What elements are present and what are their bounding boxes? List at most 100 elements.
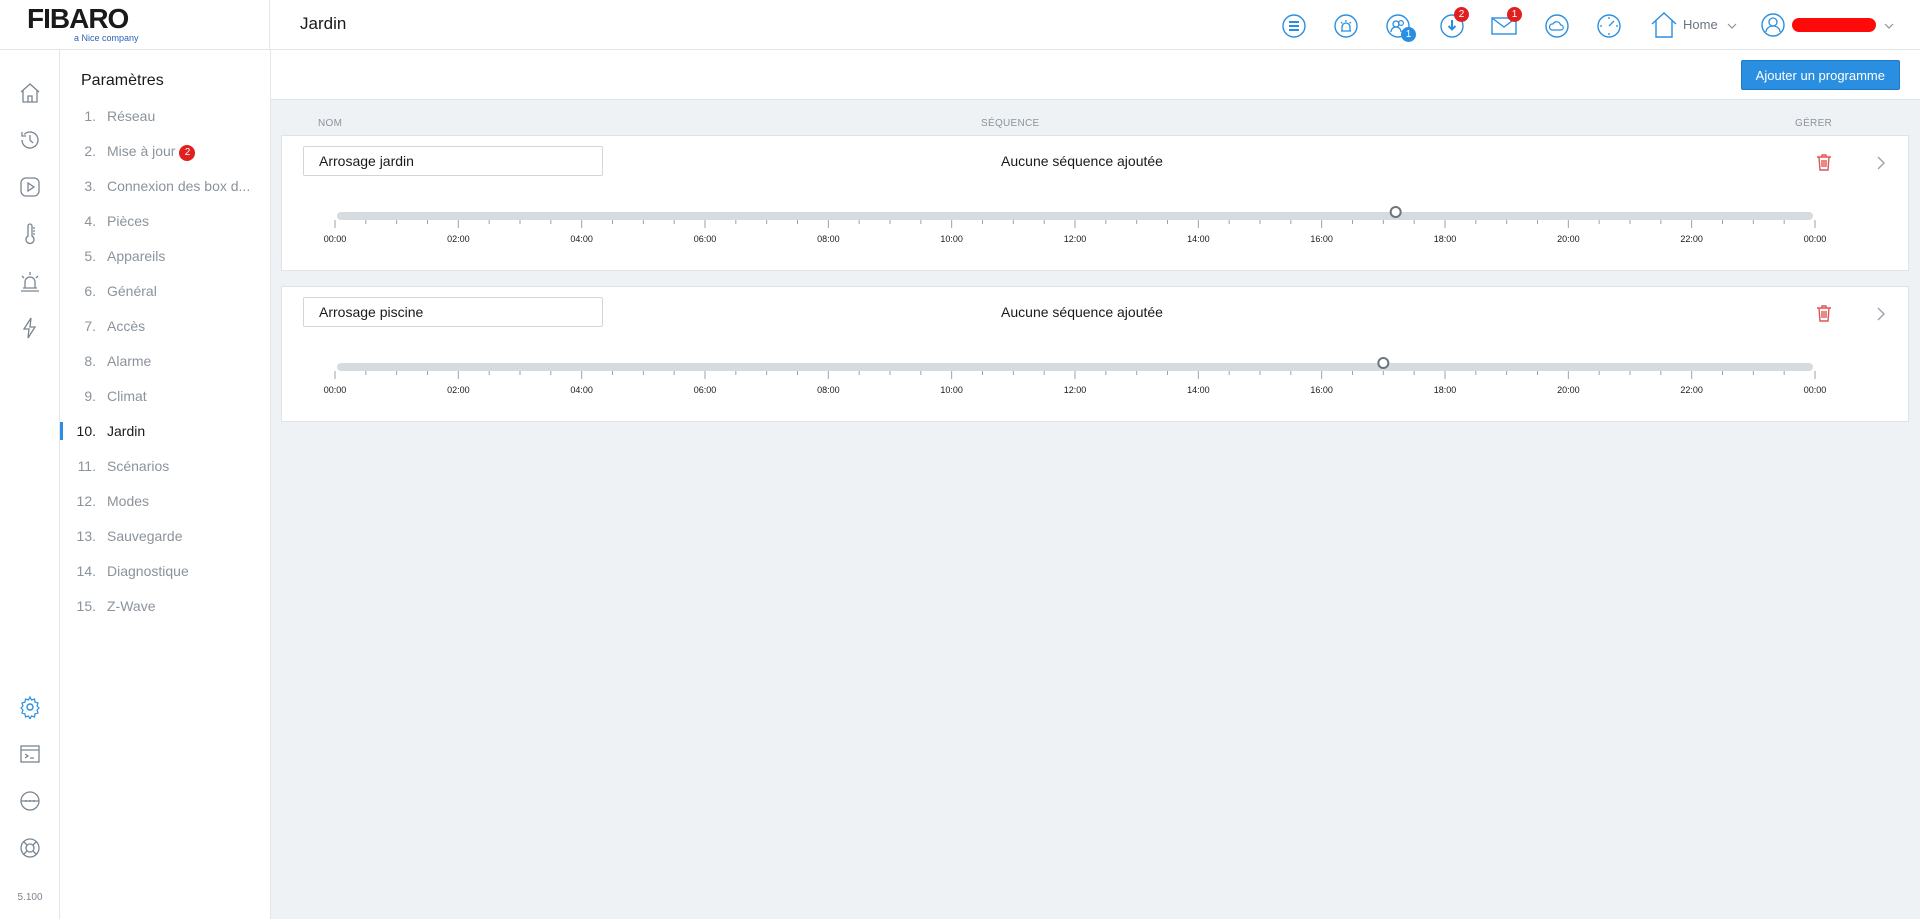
play-icon[interactable] <box>18 175 42 199</box>
users-icon[interactable]: 1 <box>1384 12 1416 42</box>
nav-item-number: 2. <box>84 143 96 159</box>
timeline-label: 18:00 <box>1434 234 1457 244</box>
nav-item-label: Modes <box>107 493 149 509</box>
nav-item-label: Connexion des box d... <box>107 178 250 194</box>
mail-badge: 1 <box>1507 7 1522 22</box>
timeline-label: 00:00 <box>1804 385 1827 395</box>
timeline-label: 14:00 <box>1187 234 1210 244</box>
column-header-name: NOM <box>318 118 343 129</box>
update-badge: 2 <box>179 145 196 161</box>
nav-item[interactable]: 4. Pièces <box>60 204 270 239</box>
current-time-marker[interactable] <box>1377 357 1390 369</box>
chevron-down-icon <box>1727 23 1737 29</box>
toolbar: Ajouter un programme <box>271 50 1920 100</box>
panels-icon[interactable] <box>1280 12 1308 40</box>
timeline-label: 00:00 <box>324 385 347 395</box>
download-icon[interactable]: 2 <box>1438 7 1469 40</box>
timeline-track <box>337 363 1813 371</box>
nav-item-number: 10. <box>76 423 96 439</box>
logo[interactable]: FIBARO a Nice company <box>0 0 270 50</box>
alarm-siren-icon[interactable] <box>18 269 42 293</box>
settings-icon[interactable] <box>18 695 42 721</box>
nav-item-text: Réseau <box>107 108 156 124</box>
nav-item-label: Pièces <box>107 213 149 229</box>
timeline-label: 16:00 <box>1310 234 1333 244</box>
timeline-label: 10:00 <box>940 385 963 395</box>
nav-item[interactable]: 11. Scénarios <box>60 449 270 484</box>
nav-item-text: Jardin <box>107 423 146 439</box>
nav-item-text: Connexion des box d... <box>107 178 251 194</box>
home-selector[interactable]: Home <box>1650 10 1737 40</box>
clock-icon[interactable] <box>1595 12 1623 40</box>
nav-item-number: 6. <box>84 283 96 299</box>
home-icon[interactable] <box>18 81 42 105</box>
current-time-marker[interactable] <box>1389 206 1402 218</box>
nav-item-text: Z-Wave <box>107 598 156 614</box>
program-row: Aucune séquence ajoutée 00:00 02:00 04:00 06… <box>281 286 1909 422</box>
nav-item[interactable]: 5. Appareils <box>60 239 270 274</box>
chevron-right-icon[interactable] <box>1874 154 1888 172</box>
top-bar: FIBARO a Nice company Jardin 1 2 1 Home <box>0 0 1920 50</box>
program-name-input[interactable] <box>303 297 603 327</box>
nav-item[interactable]: 2. Mise à jour 2 <box>60 134 270 169</box>
nav-item-label: Accès <box>107 318 145 334</box>
nav-item[interactable]: 12. Modes <box>60 484 270 519</box>
nav-item-text: Modes <box>107 493 150 509</box>
timeline-label: 22:00 <box>1680 234 1703 244</box>
user-menu[interactable] <box>1760 12 1894 43</box>
nav-item-label: Mise à jour 2 <box>107 143 196 161</box>
nav-item-label: Climat <box>107 388 147 404</box>
delete-icon[interactable] <box>1814 303 1834 323</box>
nav-item-number: 14. <box>76 563 96 579</box>
timeline-label: 22:00 <box>1680 385 1703 395</box>
nav-item-text: Général <box>107 283 157 299</box>
terminal-icon[interactable] <box>18 742 42 766</box>
nav-item[interactable]: 15. Z-Wave <box>60 589 270 624</box>
nav-item-label: Diagnostique <box>107 563 189 579</box>
timeline-label: 04:00 <box>570 234 593 244</box>
sequence-status: Aucune séquence ajoutée <box>1001 153 1163 169</box>
nav-item[interactable]: 10. Jardin <box>60 414 270 449</box>
timeline-label: 08:00 <box>817 385 840 395</box>
nav-item-label: Appareils <box>107 248 165 264</box>
nav-item[interactable]: 14. Diagnostique <box>60 554 270 589</box>
nav-item-label: Réseau <box>107 108 155 124</box>
timeline-slider[interactable]: 00:00 02:00 04:00 06:00 08:00 10:00 12:00 14:00… <box>324 206 1829 262</box>
support-icon[interactable] <box>18 836 42 860</box>
nav-item-label: Général <box>107 283 157 299</box>
timeline-label: 20:00 <box>1557 385 1580 395</box>
nav-item[interactable]: 6. Général <box>60 274 270 309</box>
chevron-right-icon[interactable] <box>1874 305 1888 323</box>
timeline-label: 10:00 <box>940 234 963 244</box>
thermometer-icon[interactable] <box>18 222 42 246</box>
timeline-label: 12:00 <box>1064 234 1087 244</box>
nav-item[interactable]: 9. Climat <box>60 379 270 414</box>
nav-item-text: Diagnostique <box>107 563 189 579</box>
history-icon[interactable] <box>18 128 42 152</box>
nav-item[interactable]: 13. Sauvegarde <box>60 519 270 554</box>
nav-item[interactable]: 3. Connexion des box d... <box>60 169 270 204</box>
weather-icon[interactable] <box>1543 12 1571 40</box>
nav-item-label: Alarme <box>107 353 151 369</box>
energy-icon[interactable] <box>18 316 42 340</box>
add-program-button[interactable]: Ajouter un programme <box>1740 60 1900 90</box>
timeline-slider[interactable]: 00:00 02:00 04:00 06:00 08:00 10:00 12:00 14:00… <box>324 357 1829 413</box>
nav-item[interactable]: 8. Alarme <box>60 344 270 379</box>
program-name-input[interactable] <box>303 146 603 176</box>
nav-item[interactable]: 7. Accès <box>60 309 270 344</box>
delete-icon[interactable] <box>1814 152 1834 172</box>
network-icon[interactable] <box>18 789 42 813</box>
nav-item-text: Scénarios <box>107 458 170 474</box>
sequence-status: Aucune séquence ajoutée <box>1001 304 1163 320</box>
icon-rail: 5.100 <box>0 50 60 919</box>
mail-icon[interactable]: 1 <box>1490 7 1522 40</box>
column-header-sequence: SÉQUENCE <box>981 118 1040 129</box>
brand-name: FIBARO <box>27 3 129 34</box>
nav-item[interactable]: 1. Réseau <box>60 99 270 134</box>
nav-item-number: 4. <box>84 213 96 229</box>
timeline-label: 20:00 <box>1557 234 1580 244</box>
nav-item-number: 13. <box>76 528 96 544</box>
nav-item-number: 7. <box>84 318 96 334</box>
alarm-icon[interactable] <box>1332 12 1360 40</box>
timeline-label: 14:00 <box>1187 385 1210 395</box>
